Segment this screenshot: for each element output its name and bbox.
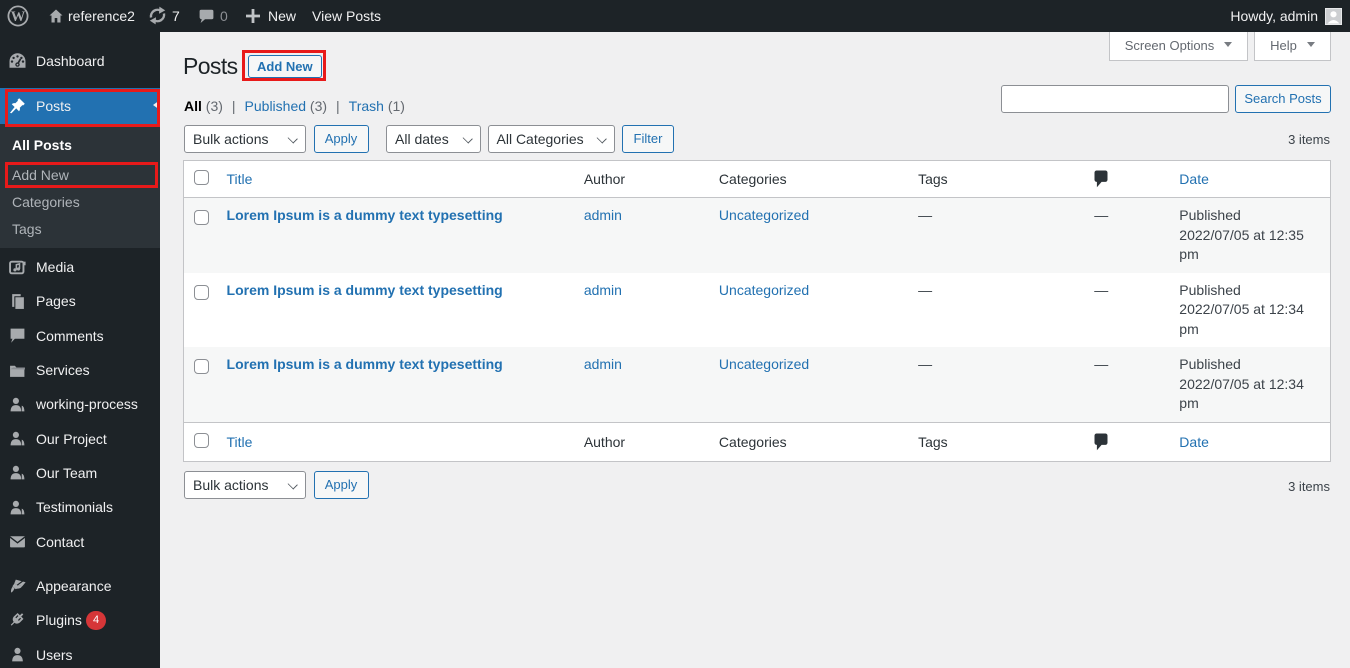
svg-text:W: W <box>11 9 26 25</box>
